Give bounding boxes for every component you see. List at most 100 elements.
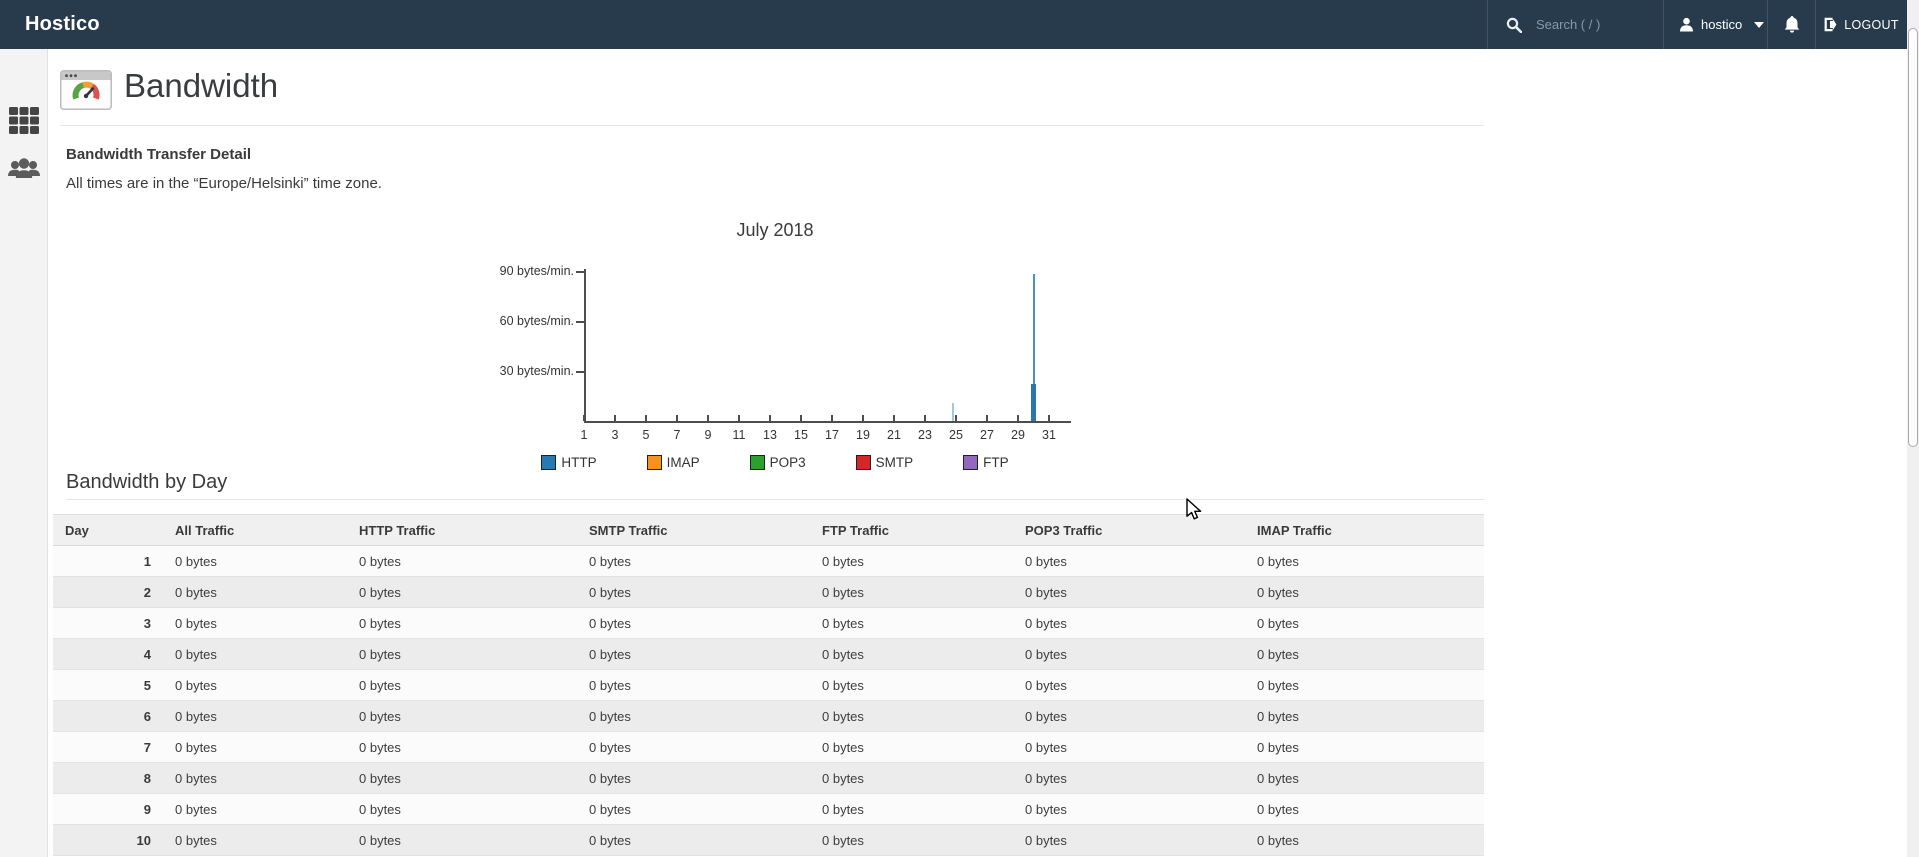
x-tick [738,415,740,421]
legend-swatch-smtp [855,455,871,470]
traffic-cell: 0 bytes [163,731,347,763]
table-row-day-5: 50 bytes 0 bytes 0 bytes 0 bytes 0 bytes 0 by… [53,669,1484,701]
x-tick-label: 19 [856,428,870,442]
traffic-cell: 0 bytes [810,638,1013,670]
traffic-cell: 0 bytes [577,669,810,701]
traffic-cell: 0 bytes [577,762,810,794]
traffic-cell: 0 bytes [577,638,810,670]
traffic-cell: 0 bytes [1013,607,1245,639]
scrollbar-thumb[interactable] [1907,28,1918,447]
col-header-http-traffic: HTTP Traffic [347,514,577,546]
legend-item-http: HTTP [541,455,597,470]
x-tick [676,415,678,421]
x-tick-label: 1 [580,428,588,442]
bandwidth-chart: July 2018 90 bytes/min. 60 bytes/min. 30 b… [380,212,1170,480]
chevron-down-icon [1754,21,1765,28]
traffic-cell: 0 bytes [347,700,577,732]
top-navbar: Hostico Search ( / ) hostico LOGOUT [0,0,1907,49]
x-tick [1017,415,1019,421]
day-cell: 10 [53,824,163,856]
day-cell: 8 [53,762,163,794]
traffic-cell: 0 bytes [1013,762,1245,794]
traffic-cell: 0 bytes [1245,731,1484,763]
username-label: hostico [1701,17,1743,32]
legend-item-ftp: FTP [963,455,1009,470]
traffic-cell: 0 bytes [163,824,347,856]
bell-icon [1784,16,1799,33]
traffic-cell: 0 bytes [1245,669,1484,701]
logout-button[interactable]: LOGOUT [1815,0,1907,49]
sidebar-item-applications[interactable] [0,107,48,134]
x-tick-label: 27 [980,428,994,442]
data-spike-http [1031,384,1036,421]
traffic-cell: 0 bytes [1013,576,1245,608]
x-tick [986,415,988,421]
section-heading: Bandwidth Transfer Detail [66,146,252,163]
scrollbar[interactable] [1907,0,1919,857]
x-tick [893,415,895,421]
traffic-cell: 0 bytes [810,700,1013,732]
traffic-cell: 0 bytes [577,793,810,825]
traffic-cell: 0 bytes [810,545,1013,577]
bandwidth-icon [60,70,112,115]
x-tick-label: 17 [825,428,839,442]
x-tick [800,415,802,421]
y-tick-label: 60 bytes/min. [499,314,574,328]
traffic-cell: 0 bytes [810,731,1013,763]
x-tick [583,415,585,421]
traffic-cell: 0 bytes [163,793,347,825]
traffic-cell: 0 bytes [347,824,577,856]
x-tick-label: 31 [1042,428,1056,442]
x-tick-label: 5 [642,428,650,442]
brand-logo[interactable]: Hostico [25,0,100,49]
timezone-note: All times are in the “Europe/Helsinki” t… [66,175,382,192]
table-row-day-4: 40 bytes 0 bytes 0 bytes 0 bytes 0 bytes 0 by… [53,638,1484,670]
x-tick [614,415,616,421]
day-cell: 1 [53,545,163,577]
traffic-cell: 0 bytes [810,762,1013,794]
x-axis-line [584,421,1071,423]
table-row-day-2: 20 bytes 0 bytes 0 bytes 0 bytes 0 bytes 0 by… [53,576,1484,608]
y-tick-label: 30 bytes/min. [499,364,574,378]
day-cell: 7 [53,731,163,763]
col-header-smtp-traffic: SMTP Traffic [577,514,810,546]
table-row-day-6: 60 bytes 0 bytes 0 bytes 0 bytes 0 bytes 0 by… [53,700,1484,732]
x-tick [924,415,926,421]
day-cell: 3 [53,607,163,639]
x-tick-label: 15 [794,428,808,442]
legend-label: FTP [983,455,1009,470]
screen: Hostico Search ( / ) hostico LOGOUT Band… [0,0,1919,857]
traffic-cell: 0 bytes [163,576,347,608]
traffic-cell: 0 bytes [347,669,577,701]
col-header-day: Day [53,514,163,546]
traffic-cell: 0 bytes [577,731,810,763]
legend-label: IMAP [666,455,700,470]
x-tick [707,415,709,421]
traffic-cell: 0 bytes [577,700,810,732]
traffic-cell: 0 bytes [810,607,1013,639]
day-cell: 6 [53,700,163,732]
x-tick-label: 11 [732,428,746,442]
traffic-cell: 0 bytes [1245,824,1484,856]
sidebar-item-users[interactable] [0,154,48,184]
user-icon [1680,17,1693,32]
day-cell: 4 [53,638,163,670]
table-header-row: Day All Traffic HTTP Traffic SMTP Traffic FT… [53,514,1484,546]
day-cell: 2 [53,576,163,608]
day-cell: 9 [53,793,163,825]
traffic-cell: 0 bytes [1245,793,1484,825]
legend-label: POP3 [769,455,806,470]
legend-label: HTTP [561,455,597,470]
bandwidth-table: Day All Traffic HTTP Traffic SMTP Traffic FT… [53,514,1484,856]
sidebar [0,49,48,857]
table-heading: Bandwidth by Day [66,471,1484,500]
y-tick [576,371,584,373]
traffic-cell: 0 bytes [347,731,577,763]
user-menu[interactable]: hostico [1663,0,1767,49]
search-box[interactable]: Search ( / ) [1487,0,1663,49]
notifications-button[interactable] [1767,0,1815,49]
x-tick-label: 9 [704,428,712,442]
traffic-cell: 0 bytes [1013,824,1245,856]
traffic-cell: 0 bytes [1245,700,1484,732]
legend-swatch-http [541,455,557,470]
